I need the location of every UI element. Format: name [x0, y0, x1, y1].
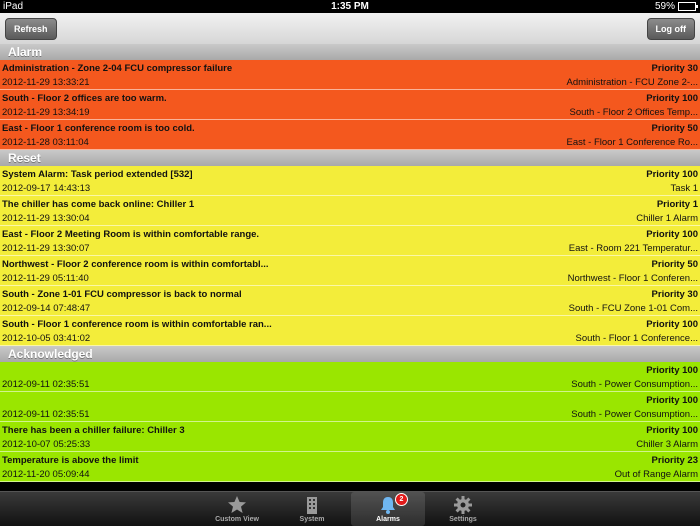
- alarm-message: East - Floor 1 conference room is too co…: [2, 123, 195, 134]
- alarm-message: The chiller has come back online: Chille…: [2, 199, 195, 210]
- alarm-priority: Priority 1: [656, 199, 698, 210]
- alarm-priority: Priority 100: [646, 229, 698, 240]
- alarm-timestamp: 2012-09-14 07:48:47: [2, 303, 91, 314]
- alarm-priority: Priority 100: [646, 169, 698, 180]
- acknowledged-row[interactable]: Temperature is above the limit 2012-11-2…: [0, 452, 700, 482]
- tab-alarms[interactable]: 2 Alarms: [351, 492, 425, 526]
- tab-system[interactable]: System: [275, 492, 349, 526]
- section-header-reset: Reset: [0, 150, 700, 166]
- alarm-timestamp: 2012-11-29 13:30:04: [2, 213, 90, 224]
- alarm-source: South - FCU Zone 1-01 Com...: [568, 303, 698, 314]
- battery-percent: 59%: [654, 1, 675, 12]
- top-toolbar: Refresh Log off: [0, 13, 700, 45]
- reset-row[interactable]: East - Floor 2 Meeting Room is within co…: [0, 226, 700, 256]
- alarm-source: Administration - FCU Zone 2-...: [566, 77, 698, 88]
- refresh-button[interactable]: Refresh: [5, 18, 57, 40]
- alarm-message: Temperature is above the limit: [2, 455, 139, 466]
- status-time: 1:35 PM: [331, 1, 369, 12]
- tab-label: Custom View: [215, 516, 259, 523]
- alarm-message: South - Zone 1-01 FCU compressor is back…: [2, 289, 242, 300]
- tab-bar: Custom View System 2 Alarms Settings: [0, 491, 700, 526]
- alarm-message: Northwest - Floor 2 conference room is w…: [2, 259, 269, 270]
- alarm-message: There has been a chiller failure: Chille…: [2, 425, 185, 436]
- section-header-alarm: Alarm: [0, 44, 700, 60]
- acknowledged-row[interactable]: 2012-09-11 02:35:51 Priority 100 South -…: [0, 392, 700, 422]
- alarm-source: South - Floor 2 Offices Temp...: [569, 107, 698, 118]
- tab-custom-view[interactable]: Custom View: [200, 492, 274, 526]
- reset-row[interactable]: System Alarm: Task period extended [532]…: [0, 166, 700, 196]
- star-icon: [228, 496, 246, 513]
- battery-icon: [678, 2, 698, 11]
- alarm-priority: Priority 100: [646, 365, 698, 376]
- tab-label: System: [299, 516, 325, 523]
- tab-label: Settings: [449, 516, 477, 523]
- alarm-timestamp: 2012-11-29 13:30:07: [2, 243, 90, 254]
- reset-row[interactable]: South - Floor 1 conference room is withi…: [0, 316, 700, 346]
- alarm-timestamp: 2012-11-28 03:11:04: [2, 137, 89, 148]
- acknowledged-row[interactable]: 2012-09-11 02:35:51 Priority 100 South -…: [0, 362, 700, 392]
- tab-label: Alarms: [376, 516, 400, 523]
- reset-row[interactable]: South - Zone 1-01 FCU compressor is back…: [0, 286, 700, 316]
- alarm-priority: Priority 23: [651, 455, 698, 466]
- alarm-source: Out of Range Alarm: [614, 469, 698, 480]
- alarm-timestamp: 2012-10-05 03:41:02: [2, 333, 91, 344]
- alarm-source: East - Room 221 Temperatur...: [568, 243, 698, 254]
- section-header-acknowledged: Acknowledged: [0, 346, 700, 362]
- alarm-message: System Alarm: Task period extended [532]: [2, 169, 193, 180]
- status-bar: iPad 1:35 PM 59%: [0, 0, 700, 13]
- alarm-row[interactable]: East - Floor 1 conference room is too co…: [0, 120, 700, 150]
- alarm-message: South - Floor 1 conference room is withi…: [2, 319, 272, 330]
- alarm-priority: Priority 30: [651, 289, 698, 300]
- alarm-list: Alarm Administration - Zone 2-04 FCU com…: [0, 44, 700, 482]
- alarm-priority: Priority 50: [651, 123, 698, 134]
- alarm-timestamp: 2012-11-29 13:34:19: [2, 107, 90, 118]
- alarm-timestamp: 2012-11-20 05:09:44: [2, 469, 90, 480]
- reset-row[interactable]: The chiller has come back online: Chille…: [0, 196, 700, 226]
- alarm-timestamp: 2012-09-11 02:35:51: [2, 409, 90, 420]
- alarm-priority: Priority 50: [651, 259, 698, 270]
- battery-indicator: 59%: [654, 1, 698, 12]
- alarm-timestamp: 2012-09-17 14:43:13: [2, 183, 91, 194]
- alarm-timestamp: 2012-11-29 05:11:40: [2, 273, 89, 284]
- alarms-badge: 2: [395, 493, 408, 506]
- alarm-row[interactable]: Administration - Zone 2-04 FCU compresso…: [0, 60, 700, 90]
- alarm-row[interactable]: South - Floor 2 offices are too warm. 20…: [0, 90, 700, 120]
- alarm-source: East - Floor 1 Conference Ro...: [566, 137, 698, 148]
- alarm-source: Northwest - Floor 1 Conferen...: [567, 273, 698, 284]
- alarm-source: South - Floor 1 Conference...: [575, 333, 698, 344]
- gear-icon: [454, 496, 472, 514]
- acknowledged-row[interactable]: There has been a chiller failure: Chille…: [0, 422, 700, 452]
- alarm-message: East - Floor 2 Meeting Room is within co…: [2, 229, 260, 240]
- alarm-timestamp: 2012-11-29 13:33:21: [2, 77, 90, 88]
- building-icon: [307, 497, 317, 514]
- alarm-priority: Priority 100: [646, 395, 698, 406]
- alarm-priority: Priority 100: [646, 319, 698, 330]
- alarm-priority: Priority 100: [646, 425, 698, 436]
- alarm-source: South - Power Consumption...: [571, 409, 698, 420]
- alarm-message: South - Floor 2 offices are too warm.: [2, 93, 167, 104]
- alarm-source: South - Power Consumption...: [571, 379, 698, 390]
- reset-row[interactable]: Northwest - Floor 2 conference room is w…: [0, 256, 700, 286]
- alarm-priority: Priority 30: [651, 63, 698, 74]
- tab-settings[interactable]: Settings: [426, 492, 500, 526]
- alarm-message: Administration - Zone 2-04 FCU compresso…: [2, 63, 233, 74]
- alarm-priority: Priority 100: [646, 93, 698, 104]
- logoff-button[interactable]: Log off: [646, 18, 695, 40]
- alarm-source: Chiller 3 Alarm: [636, 439, 698, 450]
- alarm-timestamp: 2012-09-11 02:35:51: [2, 379, 90, 390]
- alarm-timestamp: 2012-10-07 05:25:33: [2, 439, 91, 450]
- alarm-source: Task 1: [670, 183, 698, 194]
- alarm-source: Chiller 1 Alarm: [636, 213, 698, 224]
